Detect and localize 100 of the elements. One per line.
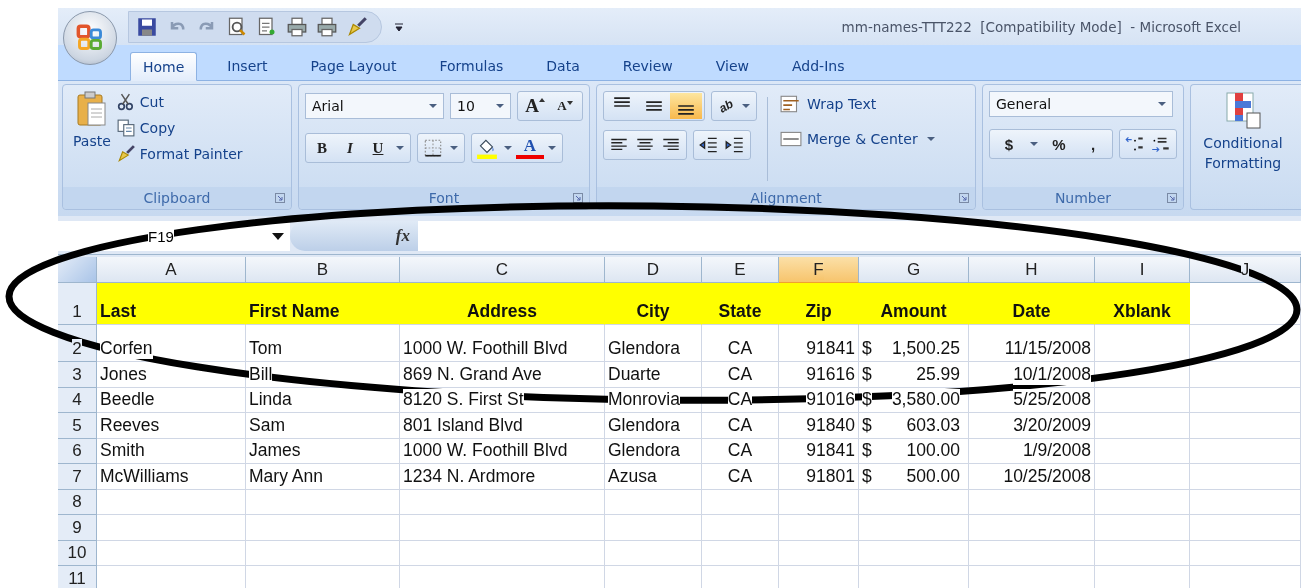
paste-button[interactable]: Paste <box>69 91 115 187</box>
table-cell: Smith <box>97 438 246 464</box>
table-cell: 91801 <box>779 464 859 490</box>
italic-button[interactable]: I <box>336 139 364 157</box>
font-size-dropdown[interactable]: 10 <box>450 93 511 119</box>
comma-button[interactable]: , <box>1076 135 1110 153</box>
group-label: Alignment <box>750 190 822 206</box>
brush-icon[interactable] <box>347 16 367 37</box>
table-cell: Glendora <box>605 438 702 464</box>
table-cell: Tom <box>246 325 400 362</box>
customize-toolbar-icon[interactable] <box>394 21 404 32</box>
table-cell: Glendora <box>605 413 702 439</box>
table-cell: CA <box>702 325 779 362</box>
row-header[interactable]: 9 <box>58 515 97 541</box>
table-cell: Reeves <box>97 413 246 439</box>
row-header[interactable]: 8 <box>58 489 97 515</box>
save-icon[interactable] <box>137 16 157 37</box>
ribbon-tab[interactable]: Formulas <box>426 51 517 80</box>
bold-button[interactable]: B <box>308 139 336 157</box>
column-header[interactable]: F <box>779 257 859 283</box>
column-header[interactable]: C <box>400 257 605 283</box>
copy-button[interactable]: Copy <box>114 117 245 139</box>
document-icon[interactable] <box>257 16 277 37</box>
number-format-dropdown[interactable]: General <box>989 91 1173 117</box>
row-header[interactable]: 5 <box>58 413 97 439</box>
ribbon-tab[interactable]: View <box>702 51 762 80</box>
column-header[interactable]: A <box>97 257 246 283</box>
copy-icon <box>116 119 135 137</box>
table-cell: McWilliams <box>97 464 246 490</box>
merge-center-button[interactable]: Merge & Center <box>778 126 937 152</box>
scissors-icon <box>116 93 135 111</box>
header-cell: First Name <box>246 283 400 325</box>
row-header[interactable]: 7 <box>58 464 97 490</box>
dialog-launcher-icon[interactable] <box>959 193 969 203</box>
caret-icon <box>538 98 545 102</box>
column-header[interactable]: I <box>1095 257 1190 283</box>
format-painter-button[interactable]: Format Painter <box>114 143 245 165</box>
table-cell: 1234 N. Ardmore <box>400 464 605 490</box>
ribbon-tab[interactable]: Page Layout <box>297 51 410 80</box>
select-all-button[interactable] <box>58 257 97 283</box>
table-cell: 11/15/2008 <box>969 325 1095 362</box>
dialog-launcher-icon[interactable] <box>275 193 285 203</box>
row-header[interactable]: 11 <box>58 566 97 588</box>
group-label: Clipboard <box>143 190 211 206</box>
printer-icon[interactable] <box>287 16 307 37</box>
table-cell: Mary Ann <box>246 464 400 490</box>
column-header[interactable]: G <box>859 257 969 283</box>
ribbon-tab[interactable]: Data <box>533 51 593 80</box>
column-header[interactable]: D <box>605 257 702 283</box>
table-cell: 91841 <box>779 438 859 464</box>
amount-value: 1,500.25 <box>891 338 960 359</box>
wrap-text-button[interactable]: Wrap Text <box>778 91 937 117</box>
row-header[interactable]: 1 <box>58 283 97 325</box>
table-cell: 91616 <box>779 362 859 388</box>
row-header[interactable]: 10 <box>58 540 97 566</box>
vertical-align-icon[interactable] <box>670 93 702 119</box>
header-cell: Last <box>97 283 246 325</box>
table-cell: 1000 W. Foothill Blvd <box>400 438 605 464</box>
wrap-text-icon <box>780 93 802 115</box>
cut-button[interactable]: Cut <box>114 91 245 113</box>
dialog-launcher-icon[interactable] <box>1167 193 1177 203</box>
table-cell: James <box>246 438 400 464</box>
insert-function-button[interactable]: fx <box>395 226 410 246</box>
row-header[interactable]: 3 <box>58 362 97 388</box>
ribbon-tab[interactable]: Review <box>609 51 686 80</box>
shrink-font-button[interactable]: A <box>550 98 580 114</box>
caret-icon <box>566 101 573 105</box>
underline-button[interactable]: U <box>364 139 392 157</box>
clipboard-icon <box>76 91 107 127</box>
window-title: mm-names-TTT222 [Compatibility Mode] - Microsoft Excel <box>841 18 1241 35</box>
table-cell: CA <box>702 438 779 464</box>
row-header[interactable]: 6 <box>58 438 97 464</box>
row-header[interactable]: 4 <box>58 387 97 413</box>
amount-value: 3,580.00 <box>891 389 960 410</box>
table-cell: Beedle <box>97 387 246 413</box>
column-header[interactable]: H <box>969 257 1095 283</box>
print-preview-icon[interactable] <box>227 16 247 37</box>
table-cell: CA <box>702 464 779 490</box>
currency-button[interactable]: $ <box>992 135 1026 153</box>
table-cell: 3/20/2009 <box>969 413 1095 439</box>
currency-symbol: $ <box>862 338 872 359</box>
table-cell: CA <box>702 362 779 388</box>
ribbon-tab[interactable]: Add-Ins <box>778 51 858 80</box>
dialog-launcher-icon[interactable] <box>573 193 583 203</box>
table-cell: 10/1/2008 <box>969 362 1095 388</box>
ribbon-tab[interactable]: Insert <box>214 51 281 80</box>
table-cell: Azusa <box>605 464 702 490</box>
percent-button[interactable]: % <box>1042 135 1076 153</box>
formula-input[interactable] <box>418 221 1301 251</box>
table-cell: 801 Island Blvd <box>400 413 605 439</box>
header-cell: State <box>702 283 779 325</box>
table-cell: CA <box>702 413 779 439</box>
fill-color-icon[interactable] <box>474 137 500 159</box>
ribbon-tab[interactable]: Home <box>130 52 198 81</box>
currency-symbol: $ <box>862 440 872 461</box>
printer-icon[interactable] <box>317 16 337 37</box>
column-header[interactable]: B <box>246 257 400 283</box>
font-name-dropdown[interactable]: Arial <box>305 93 445 119</box>
column-header[interactable]: E <box>702 257 779 283</box>
grow-font-button[interactable]: A <box>520 95 550 117</box>
